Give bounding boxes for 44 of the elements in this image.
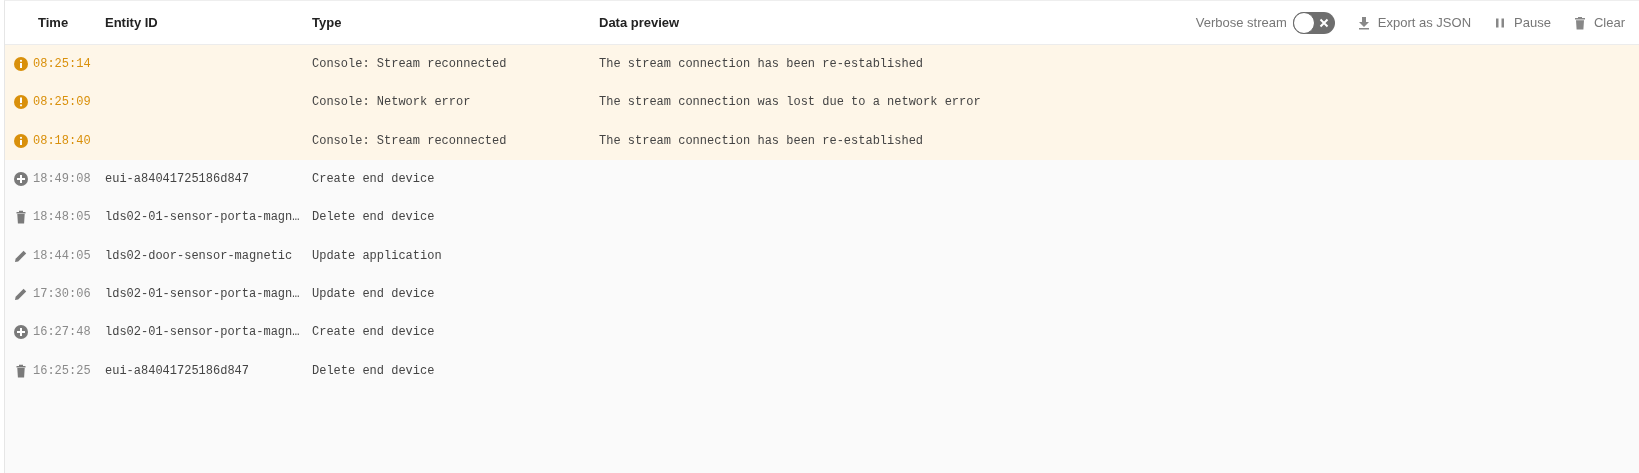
event-type: Create end device — [312, 172, 435, 187]
pause-button[interactable]: Pause — [1493, 15, 1551, 30]
event-time: 16:27:48 — [33, 325, 91, 340]
event-time: 18:48:05 — [33, 210, 91, 225]
event-time: 18:44:05 — [33, 248, 91, 263]
data-preview: The stream connection has been re-established — [599, 57, 924, 72]
info-icon — [13, 56, 29, 73]
column-header: Entity ID — [105, 15, 159, 30]
exclamation-icon — [13, 94, 29, 111]
column-header: Data preview — [599, 15, 681, 30]
clear-button[interactable]: Clear — [1572, 15, 1625, 30]
info-icon — [13, 132, 29, 149]
event-type: Delete end device — [312, 363, 435, 378]
event-type: Console: Stream reconnected — [312, 57, 507, 72]
entity-id: lds02-01-sensor-porta-magn… — [105, 286, 300, 301]
verbose-toggle[interactable] — [1292, 11, 1335, 34]
data-preview: The stream connection was lost due to a network error — [599, 95, 981, 110]
verbose-stream-label: Verbose stream — [1195, 15, 1287, 30]
event-time: 17:30:06 — [33, 286, 91, 301]
download-icon — [1356, 15, 1371, 30]
event-type: Delete end device — [312, 210, 435, 225]
column-header: Time — [37, 15, 70, 30]
entity-id: lds02-01-sensor-porta-magn… — [105, 325, 300, 340]
event-type: Console: Stream reconnected — [312, 133, 507, 148]
event-time: 08:25:09 — [33, 95, 91, 110]
event-type: Update end device — [312, 286, 435, 301]
entity-id: eui-a84041725186d847 — [105, 363, 250, 378]
entity-id: lds02-door-sensor-magnetic — [105, 248, 293, 263]
event-type: Create end device — [312, 325, 435, 340]
event-time: 08:25:14 — [33, 57, 91, 72]
event-time: 08:18:40 — [33, 133, 91, 148]
plus-circle-icon — [13, 171, 29, 188]
data-preview: The stream connection has been re-established — [599, 133, 924, 148]
trash-icon — [1572, 15, 1587, 30]
entity-id: eui-a84041725186d847 — [105, 172, 250, 187]
event-time: 18:49:08 — [33, 172, 91, 187]
plus-circle-icon — [13, 324, 29, 341]
event-type: Update application — [312, 248, 442, 263]
entity-id: lds02-01-sensor-porta-magn… — [105, 210, 300, 225]
x-icon — [1318, 17, 1329, 28]
event-time: 16:25:25 — [33, 363, 91, 378]
column-header: Type — [312, 15, 343, 30]
export-button[interactable]: Export as JSON — [1356, 15, 1472, 30]
event-type: Console: Network error — [312, 95, 471, 110]
